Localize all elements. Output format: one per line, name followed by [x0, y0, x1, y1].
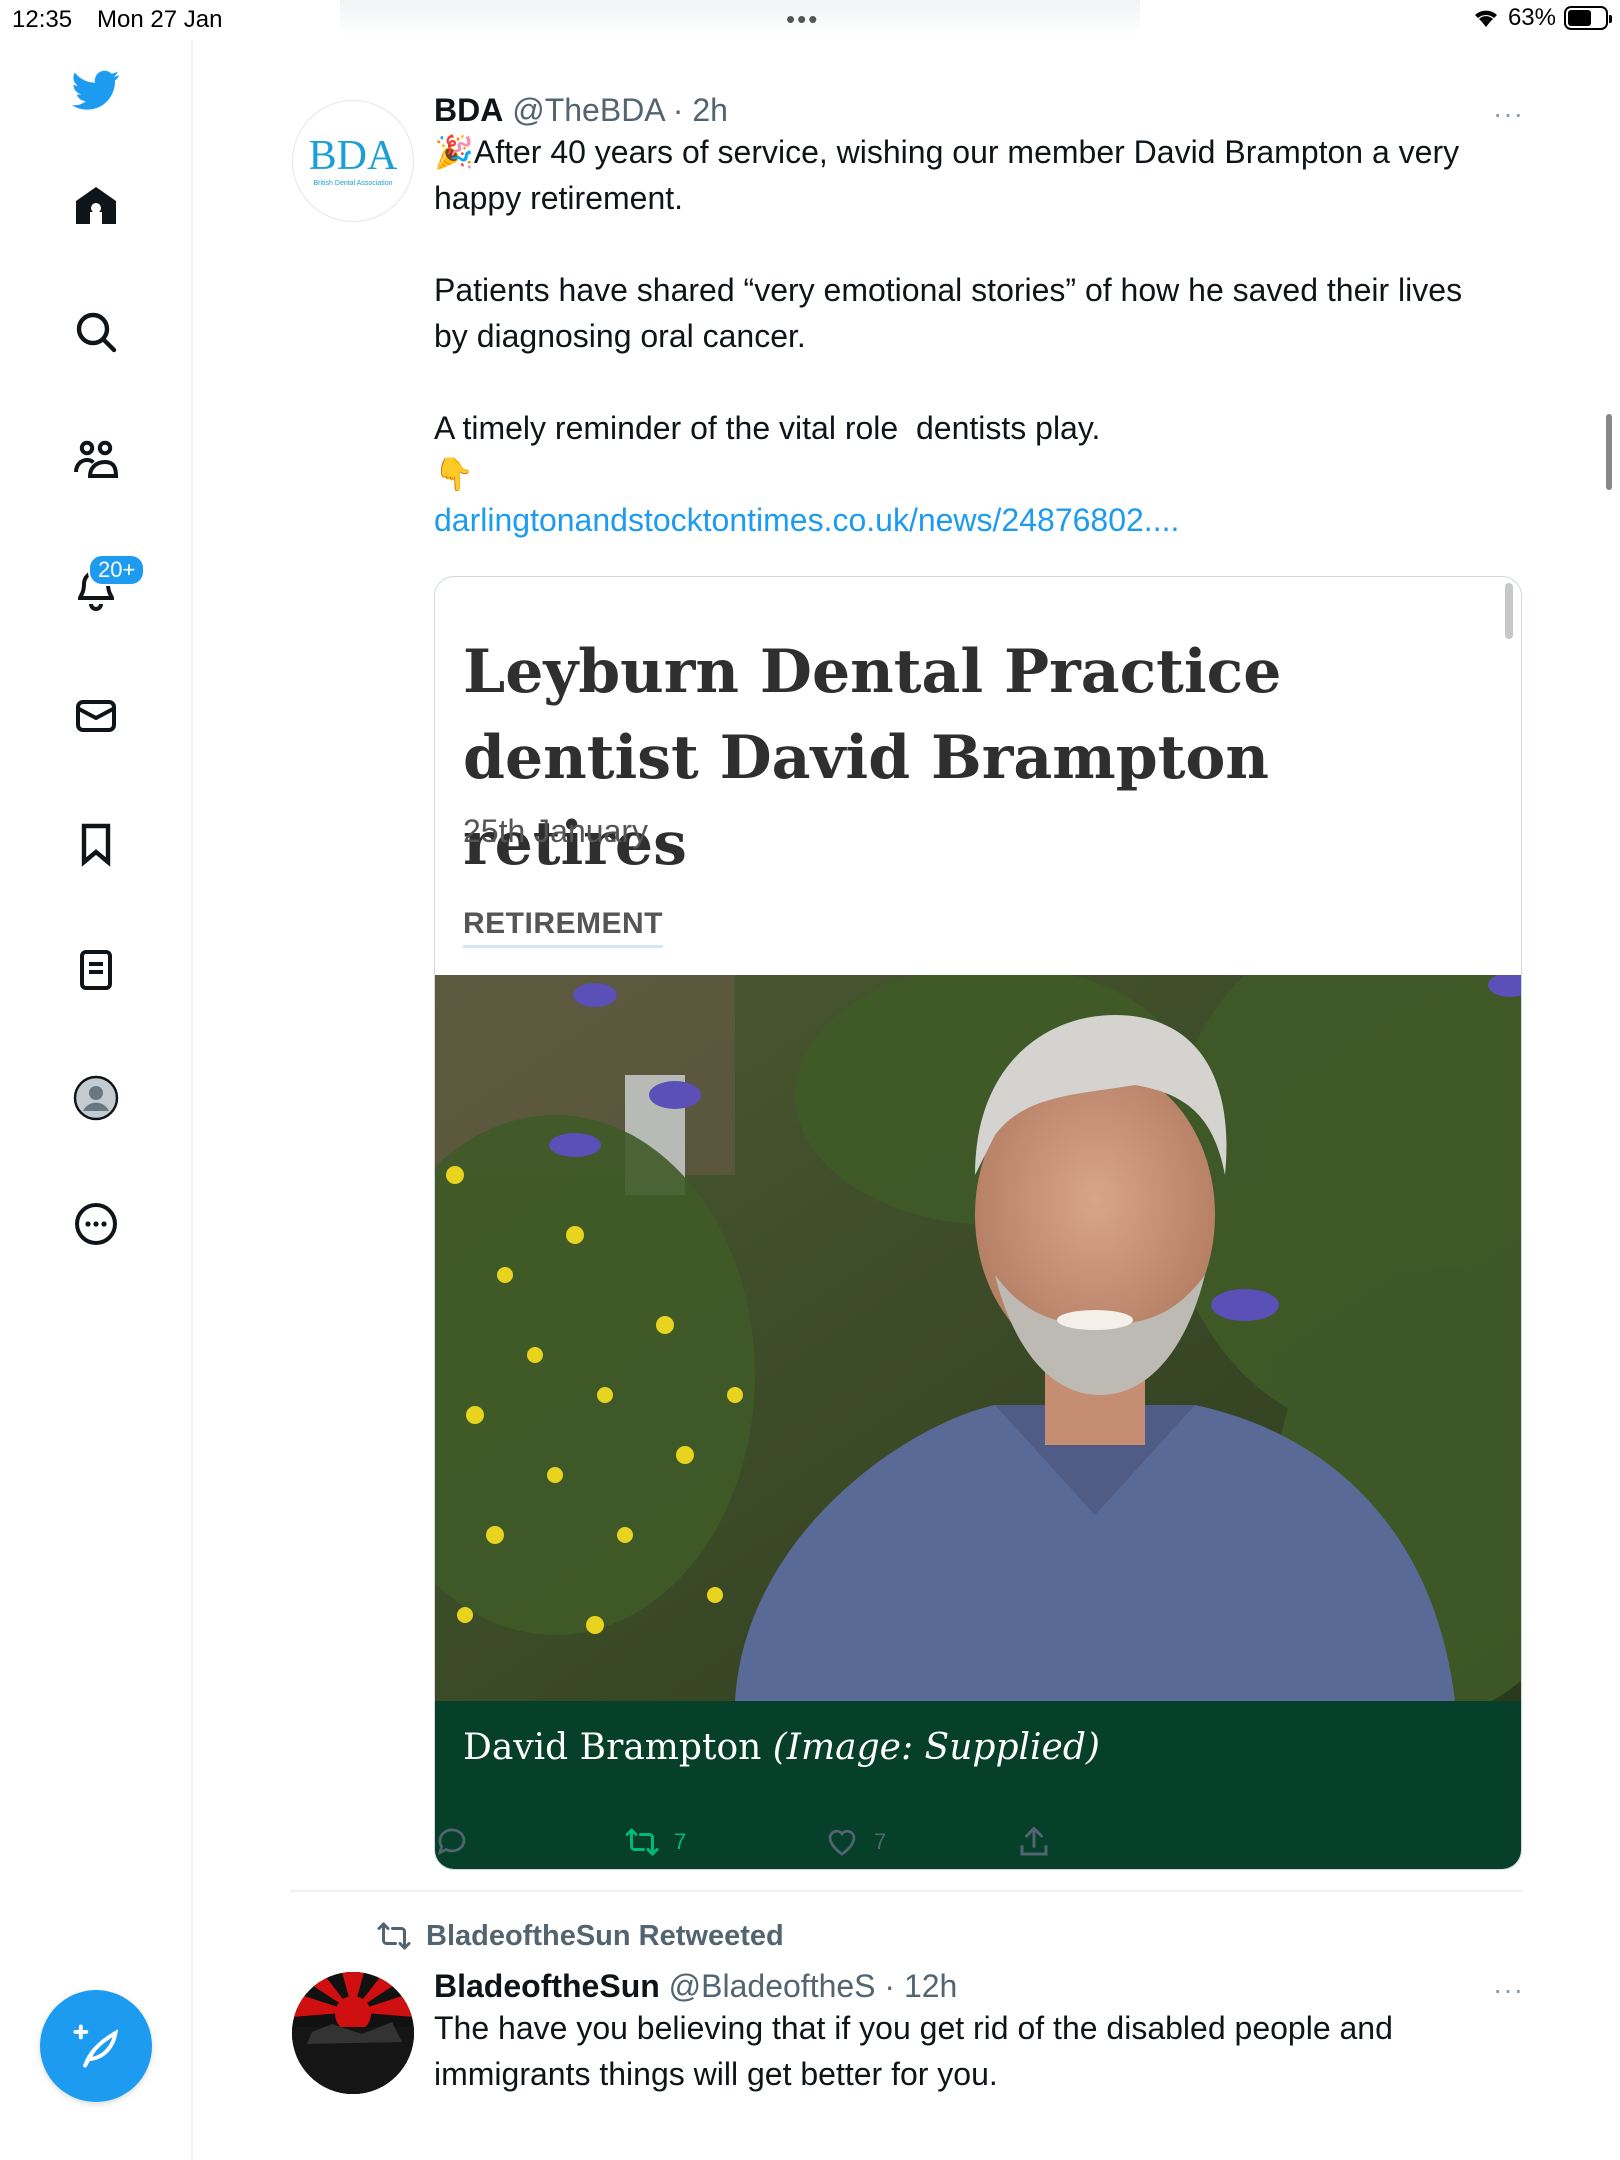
- battery-percent: 63%: [1507, 4, 1556, 31]
- tweet-text-line-1: After 40 years of service, wishing our m…: [434, 134, 1469, 216]
- nav-bookmarks[interactable]: [66, 814, 126, 874]
- status-right: 63%: [1472, 4, 1612, 32]
- share-icon: [1020, 1826, 1048, 1856]
- nav-communities[interactable]: [66, 430, 126, 490]
- tweet-more-button[interactable]: ···: [1493, 1974, 1524, 2006]
- author-name[interactable]: BladeoftheSun: [434, 1968, 660, 2004]
- author-handle[interactable]: @TheBDA · 2h: [512, 92, 728, 128]
- tweet-body: BDA @TheBDA · 2h ··· 🎉After 40 years of …: [434, 92, 1523, 543]
- retweet-icon: [377, 1922, 411, 1950]
- status-date: Mon 27 Jan: [97, 6, 223, 33]
- envelope-icon: [76, 700, 116, 732]
- link-preview-card[interactable]: Leyburn Dental Practice dentist David Br…: [434, 576, 1522, 1870]
- tweet-text-paragraph-2: Patients have shared “very emotional sto…: [434, 272, 1471, 354]
- retweet-icon: [625, 1828, 659, 1856]
- more-circle-icon: [75, 1203, 117, 1245]
- multitask-dots[interactable]: •••: [786, 4, 819, 35]
- status-time: 12:35: [12, 6, 73, 33]
- status-bar: 12:35 Mon 27 Jan ••• 63%: [0, 0, 1620, 40]
- card-photo: [435, 975, 1521, 1701]
- nav-messages[interactable]: [66, 686, 126, 746]
- tweet-more-button[interactable]: ···: [1493, 98, 1524, 130]
- nav-more[interactable]: [66, 1194, 126, 1254]
- home-icon: [76, 187, 116, 224]
- sidebar-nav: 20+: [0, 40, 193, 2160]
- compose-button[interactable]: [40, 1990, 152, 2102]
- notification-badge: 20+: [88, 554, 146, 586]
- tweet-header: BladeoftheSun @BladeoftheS · 12h: [434, 1968, 1504, 2005]
- tweet-actions: 7 7: [434, 1824, 1434, 1874]
- tweet-link[interactable]: darlingtonandstocktontimes.co.uk/news/24…: [434, 502, 1179, 538]
- battery-icon: [1564, 6, 1612, 30]
- like-button[interactable]: 7: [824, 1824, 886, 1860]
- page-scrollbar[interactable]: [1606, 414, 1612, 490]
- nav-explore[interactable]: [66, 302, 126, 362]
- rising-sun-avatar-image: [292, 1972, 414, 2094]
- tweet-body: BladeoftheSun @BladeoftheS · 12h ··· The…: [434, 1968, 1523, 2097]
- tweet-header: BDA @TheBDA · 2h: [434, 92, 1504, 129]
- reply-button[interactable]: [434, 1824, 484, 1860]
- retweet-context: BladeoftheSun Retweeted: [376, 1918, 784, 1954]
- caption-name: David Brampton: [463, 1727, 762, 1768]
- party-emoji: 🎉: [434, 134, 474, 170]
- point-down-emoji: 👇: [434, 456, 474, 492]
- card-scroll-thumb[interactable]: [1505, 583, 1513, 639]
- retweeted-by[interactable]: BladeoftheSun Retweeted: [426, 1920, 784, 1953]
- heart-icon: [828, 1829, 856, 1856]
- bird-icon: [72, 70, 120, 110]
- tweet-text: The have you believing that if you get r…: [434, 2010, 1402, 2092]
- bookmark-icon: [81, 823, 111, 867]
- twitter-logo-button[interactable]: [66, 60, 126, 120]
- bda-avatar[interactable]: BDA British Dental Association: [292, 100, 414, 222]
- card-tag[interactable]: RETIREMENT: [463, 907, 663, 948]
- battery-fill: [1568, 10, 1591, 26]
- author-name[interactable]: BDA: [434, 92, 503, 128]
- bda-logo-text: BDA: [308, 133, 398, 179]
- tweet-text: 🎉After 40 years of service, wishing our …: [434, 129, 1504, 221]
- like-count: 7: [874, 1829, 887, 1854]
- retweet-button[interactable]: 7: [624, 1824, 686, 1860]
- tweet-text-paragraph-3: A timely reminder of the vital role dent…: [434, 410, 1101, 446]
- search-icon: [76, 312, 117, 353]
- list-icon: [80, 950, 112, 990]
- reply-icon: [437, 1828, 466, 1856]
- wifi-icon: [1474, 10, 1497, 27]
- card-date: 25th January: [463, 813, 649, 849]
- caption-credit: (Image: Supplied): [772, 1727, 1100, 1768]
- bladeofthesun-avatar[interactable]: [292, 1972, 414, 2094]
- nav-profile[interactable]: [66, 1068, 126, 1128]
- bda-logo-subtext: British Dental Association: [313, 180, 393, 187]
- compose-feather-icon: [73, 2024, 119, 2068]
- author-handle[interactable]: @BladeoftheS · 12h: [669, 1968, 958, 2004]
- nav-home[interactable]: [66, 176, 126, 236]
- share-button[interactable]: [1016, 1824, 1052, 1860]
- top-blur: [340, 0, 1140, 36]
- people-icon: [74, 440, 119, 478]
- tweet-divider: [290, 1890, 1522, 1892]
- retweet-count: 7: [674, 1829, 687, 1854]
- nav-lists[interactable]: [66, 940, 126, 1000]
- avatar-icon: [73, 1075, 119, 1121]
